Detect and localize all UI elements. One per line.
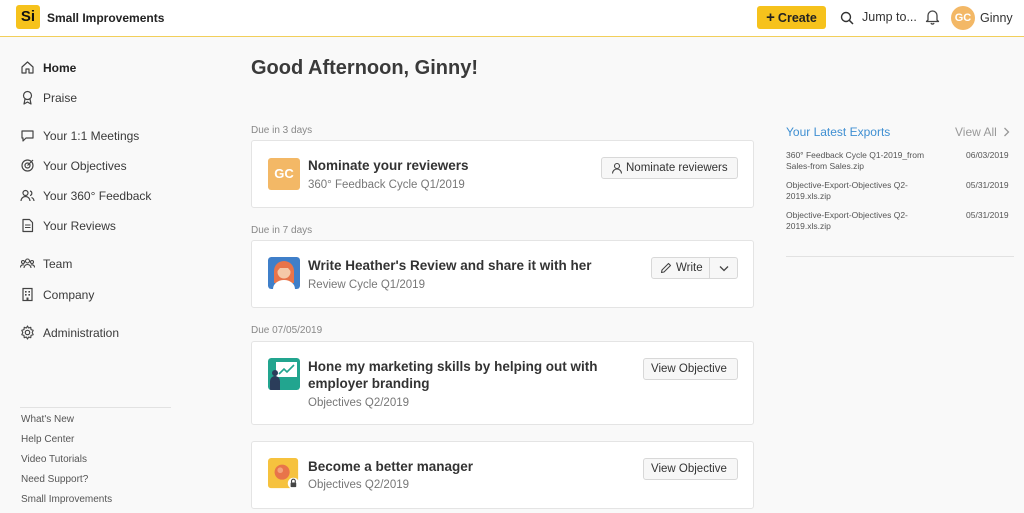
sidebar-item-label: Praise	[43, 91, 78, 105]
chevron-right-icon[interactable]	[1003, 127, 1010, 137]
export-item-name[interactable]: Objective-Export-Objectives Q2- 2019.xls…	[786, 180, 936, 202]
user-icon	[611, 162, 623, 174]
search-icon	[840, 11, 854, 25]
due-label: Due in 7 days	[251, 225, 313, 236]
export-item-name[interactable]: Objective-Export-Objectives Q2- 2019.xls…	[786, 210, 936, 232]
user-name[interactable]: Ginny	[980, 11, 1013, 25]
create-button[interactable]: + Create	[757, 6, 826, 29]
due-label: Due 07/05/2019	[251, 325, 323, 336]
plus-icon: +	[766, 9, 775, 26]
button-label: Write	[676, 262, 703, 274]
task-card-objective-manager: Become a better manager Objectives Q2/20…	[251, 441, 754, 509]
chevron-down-icon	[719, 266, 729, 272]
sidebar-item-label: Your 1:1 Meetings	[43, 129, 140, 143]
people-icon	[20, 189, 35, 202]
top-bar: Si Small Improvements + Create Jump to...…	[0, 0, 1024, 37]
view-objective-button[interactable]: View Objective	[643, 358, 738, 380]
task-title-line-2[interactable]: employer branding	[308, 375, 430, 392]
task-title[interactable]: Write Heather's Review and share it with…	[308, 257, 592, 274]
view-all-link[interactable]: View All	[955, 125, 997, 139]
page-title: Good Afternoon, Ginny!	[251, 57, 479, 79]
footer-link-need-support[interactable]: Need Support?	[21, 474, 88, 485]
sidebar-item-label: Your Reviews	[43, 219, 116, 233]
export-item-date: 06/03/2019	[966, 150, 1009, 160]
export-name-line-2: 2019.xls.zip	[786, 221, 831, 231]
footer-link-video-tutorials[interactable]: Video Tutorials	[21, 454, 87, 465]
exports-title[interactable]: Your Latest Exports	[786, 125, 890, 139]
sidebar-item-label: Home	[43, 61, 77, 75]
due-label: Due in 3 days	[251, 125, 313, 136]
building-icon	[22, 287, 33, 302]
presentation-illustration	[268, 358, 300, 390]
write-button[interactable]: Write	[651, 257, 710, 279]
sidebar-item-label: Team	[43, 257, 73, 271]
bell-icon[interactable]	[925, 9, 940, 25]
button-label: Nominate reviewers	[626, 162, 728, 174]
button-label: View Objective	[651, 463, 727, 475]
task-subtitle: Objectives Q2/2019	[308, 479, 410, 491]
sidebar-divider	[20, 407, 171, 408]
export-name-line-2: 2019.xls.zip	[786, 191, 831, 201]
sidebar-item-label: Your 360° Feedback	[43, 189, 152, 203]
user-avatar[interactable]: GC	[951, 6, 975, 30]
button-label: View Objective	[651, 363, 727, 375]
view-objective-button[interactable]: View Objective	[643, 458, 738, 480]
task-card-objective-marketing: Hone my marketing skills by helping out …	[251, 341, 754, 425]
team-icon	[20, 258, 35, 269]
task-subtitle: Objectives Q2/2019	[308, 397, 410, 409]
task-title[interactable]: Become a better manager	[308, 458, 473, 475]
task-title-line-1[interactable]: Hone my marketing skills by helping out …	[308, 358, 598, 375]
brand-name[interactable]: Small Improvements	[47, 11, 164, 25]
sidebar-item-label: Company	[43, 288, 95, 302]
sidebar-item-label: Your Objectives	[43, 159, 127, 173]
task-card-write-review: Write Heather's Review and share it with…	[251, 240, 754, 308]
brain-illustration	[268, 458, 300, 490]
export-name-line-2: Sales-from Sales.zip	[786, 161, 864, 171]
export-name-line-1: 360° Feedback Cycle Q1-2019_from	[786, 150, 925, 160]
export-name-line-1: Objective-Export-Objectives Q2-	[786, 180, 908, 190]
jump-to-label: Jump to...	[862, 10, 917, 24]
task-subtitle: 360° Feedback Cycle Q1/2019	[308, 179, 465, 191]
logo[interactable]: Si	[16, 5, 40, 29]
chat-icon	[21, 130, 34, 142]
person-illustration	[268, 257, 300, 289]
footer-link-small-improvements[interactable]: Small Improvements	[21, 494, 112, 505]
task-card-nominate: GC Nominate your reviewers 360° Feedback…	[251, 140, 754, 208]
logo-text: Si	[20, 8, 36, 25]
exports-divider	[786, 256, 1014, 257]
export-item-date: 05/31/2019	[966, 180, 1009, 190]
gear-icon	[21, 325, 34, 340]
export-item-date: 05/31/2019	[966, 210, 1009, 220]
nominate-reviewers-button[interactable]: Nominate reviewers	[601, 157, 738, 179]
award-icon	[22, 90, 33, 105]
sidebar-item-label: Administration	[43, 326, 120, 340]
task-title[interactable]: Nominate your reviewers	[308, 157, 469, 174]
task-subtitle: Review Cycle Q1/2019	[308, 279, 425, 291]
export-name-line-1: Objective-Export-Objectives Q2-	[786, 210, 908, 220]
target-icon	[21, 159, 34, 172]
home-icon	[21, 61, 34, 74]
user-avatar: GC	[268, 158, 300, 190]
export-item-name[interactable]: 360° Feedback Cycle Q1-2019_from Sales-f…	[786, 150, 936, 172]
create-label: Create	[777, 11, 817, 25]
document-icon	[22, 218, 34, 233]
footer-link-whats-new[interactable]: What's New	[21, 414, 74, 425]
footer-link-help-center[interactable]: Help Center	[21, 434, 74, 445]
pencil-icon	[660, 262, 672, 274]
write-options-dropdown[interactable]	[709, 257, 738, 279]
